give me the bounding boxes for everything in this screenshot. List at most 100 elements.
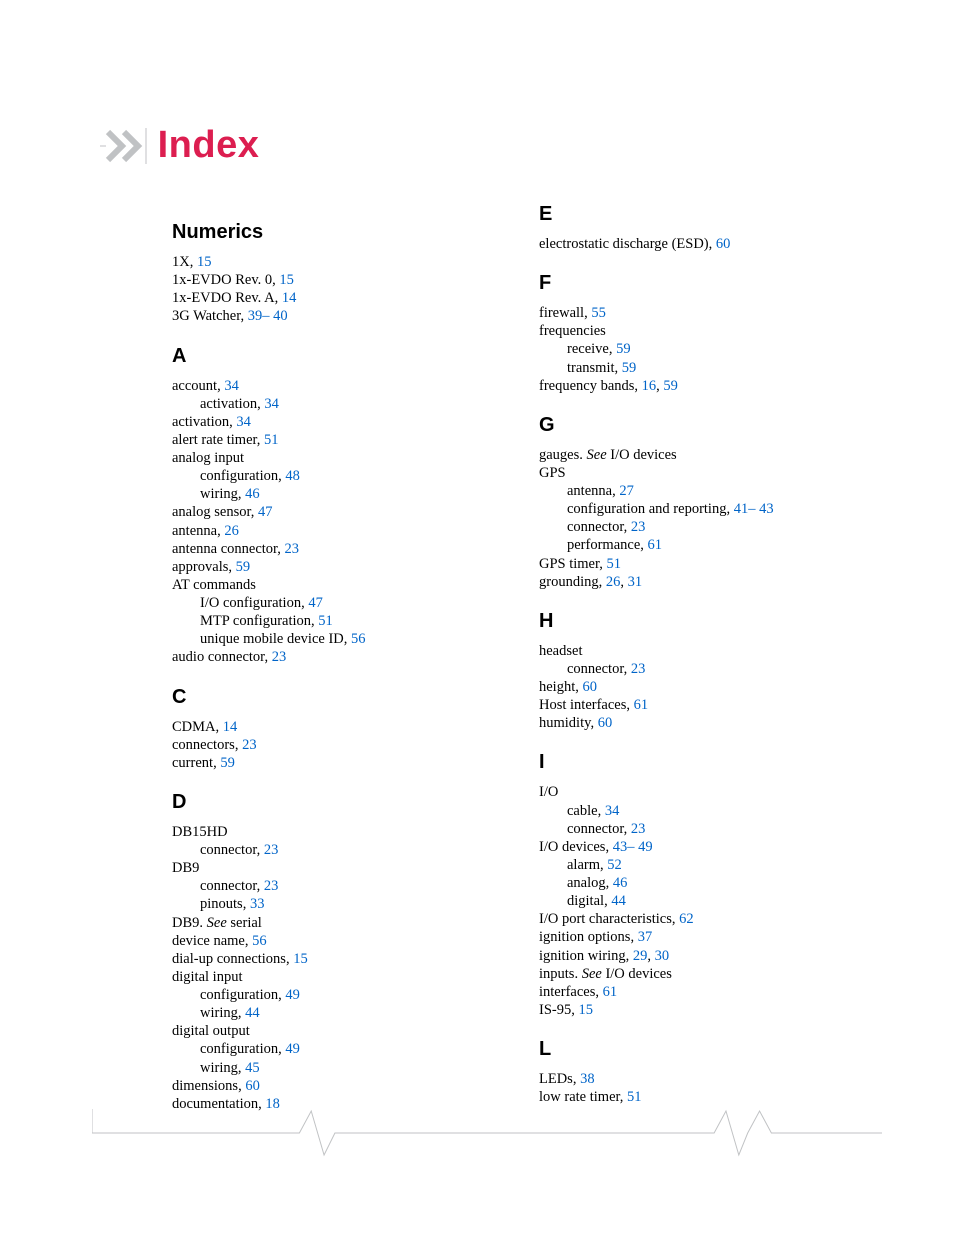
- index-page-link[interactable]: 43– 49: [613, 839, 653, 855]
- index-page-link[interactable]: 23: [631, 519, 646, 535]
- index-entry: cable, 34: [539, 802, 864, 820]
- index-page-link[interactable]: 37: [638, 929, 653, 945]
- index-term: frequency bands: [539, 378, 634, 394]
- index-entry: low rate timer, 51: [539, 1088, 864, 1106]
- index-entry: CDMA, 14: [172, 718, 497, 736]
- index-page-link[interactable]: 49: [285, 1041, 300, 1057]
- index-page-link[interactable]: 26: [606, 574, 621, 590]
- index-term: headset: [539, 643, 582, 659]
- entry-list: electrostatic discharge (ESD), 60: [539, 235, 864, 253]
- index-page-link[interactable]: 55: [591, 305, 606, 321]
- index-page-link[interactable]: 59: [663, 378, 678, 394]
- index-page-link[interactable]: 46: [245, 486, 260, 502]
- index-term: unique mobile device ID: [200, 631, 344, 647]
- index-entry: approvals, 59: [172, 558, 497, 576]
- index-term: grounding: [539, 574, 599, 590]
- index-page-link[interactable]: 23: [631, 661, 646, 677]
- index-term: activation: [172, 414, 229, 430]
- index-term: GPS: [539, 465, 566, 481]
- index-page-link[interactable]: 56: [252, 933, 267, 949]
- index-term: analog input: [172, 450, 244, 466]
- index-page-link[interactable]: 49: [285, 987, 300, 1003]
- index-page-link[interactable]: 23: [242, 737, 257, 753]
- index-page-link[interactable]: 31: [628, 574, 643, 590]
- index-page-link[interactable]: 41– 43: [734, 501, 774, 517]
- index-page-link[interactable]: 39– 40: [248, 308, 288, 324]
- index-page-link[interactable]: 14: [223, 719, 238, 735]
- index-term: antenna: [567, 483, 612, 499]
- index-page-link[interactable]: 59: [220, 755, 235, 771]
- index-entry: wiring, 45: [172, 1059, 497, 1077]
- index-page-link[interactable]: 45: [245, 1060, 260, 1076]
- index-page-link[interactable]: 38: [580, 1071, 595, 1087]
- index-page-link[interactable]: 61: [634, 697, 649, 713]
- index-page-link[interactable]: 51: [607, 556, 622, 572]
- index-page-link[interactable]: 23: [272, 649, 287, 665]
- index-page-link[interactable]: 59: [236, 559, 251, 575]
- index-entry: ignition wiring, 29, 30: [539, 947, 864, 965]
- index-term: digital: [567, 893, 604, 909]
- index-term: activation: [200, 396, 257, 412]
- index-page-link[interactable]: 51: [627, 1089, 642, 1105]
- index-entry: configuration, 49: [172, 986, 497, 1004]
- index-page-link[interactable]: 44: [245, 1005, 260, 1021]
- index-term: dial-up connections: [172, 951, 286, 967]
- index-term: interfaces: [539, 984, 595, 1000]
- index-page-link[interactable]: 60: [598, 715, 613, 731]
- index-entry: grounding, 26, 31: [539, 573, 864, 591]
- index-page-link[interactable]: 14: [282, 290, 297, 306]
- entry-list: gauges. See I/O devicesGPSantenna, 27con…: [539, 446, 864, 591]
- index-term: Host interfaces: [539, 697, 626, 713]
- index-page-link[interactable]: 23: [285, 541, 300, 557]
- index-page-link[interactable]: 34: [264, 396, 279, 412]
- index-entry: humidity, 60: [539, 714, 864, 732]
- index-page-link[interactable]: 47: [308, 595, 323, 611]
- index-term: DB9: [172, 915, 199, 931]
- section-heading: A: [172, 344, 497, 369]
- index-term: account: [172, 378, 217, 394]
- index-page-link[interactable]: 15: [279, 272, 294, 288]
- index-page-link[interactable]: 44: [611, 893, 626, 909]
- index-page-link[interactable]: 15: [578, 1002, 593, 1018]
- index-page-link[interactable]: 59: [616, 341, 631, 357]
- index-entry: MTP configuration, 51: [172, 612, 497, 630]
- index-page-link[interactable]: 34: [224, 378, 239, 394]
- index-page-link[interactable]: 61: [603, 984, 618, 1000]
- index-term: 1x-EVDO Rev. A: [172, 290, 275, 306]
- section-heading: G: [539, 413, 864, 438]
- index-page-link[interactable]: 59: [622, 360, 637, 376]
- index-page-link[interactable]: 52: [607, 857, 622, 873]
- index-page-link[interactable]: 30: [655, 948, 670, 964]
- index-term: dimensions: [172, 1078, 238, 1094]
- index-page-link[interactable]: 60: [716, 236, 731, 252]
- index-page-link[interactable]: 16: [642, 378, 657, 394]
- index-page-link[interactable]: 26: [224, 523, 239, 539]
- index-page-link[interactable]: 56: [351, 631, 366, 647]
- index-page-link[interactable]: 48: [285, 468, 300, 484]
- page-title: Index: [158, 122, 260, 170]
- index-page-link[interactable]: 23: [264, 842, 279, 858]
- index-term: wiring: [200, 1060, 238, 1076]
- index-term: alert rate timer: [172, 432, 257, 448]
- index-page-link[interactable]: 33: [250, 896, 265, 912]
- index-page-link[interactable]: 60: [245, 1078, 260, 1094]
- index-page-link[interactable]: 29: [633, 948, 648, 964]
- index-term: 1X: [172, 254, 190, 270]
- index-page-link[interactable]: 46: [613, 875, 628, 891]
- index-term: wiring: [200, 486, 238, 502]
- index-page-link[interactable]: 15: [197, 254, 212, 270]
- section-heading: H: [539, 609, 864, 634]
- index-page-link[interactable]: 15: [293, 951, 308, 967]
- index-page-link[interactable]: 61: [648, 537, 663, 553]
- index-page-link[interactable]: 47: [258, 504, 273, 520]
- index-page-link[interactable]: 23: [264, 878, 279, 894]
- index-page-link[interactable]: 34: [236, 414, 251, 430]
- index-page-link[interactable]: 62: [679, 911, 694, 927]
- index-page-link[interactable]: 23: [631, 821, 646, 837]
- index-page-link[interactable]: 27: [619, 483, 634, 499]
- index-page-link[interactable]: 51: [264, 432, 279, 448]
- index-page-link[interactable]: 60: [583, 679, 598, 695]
- index-entry: 1x-EVDO Rev. 0, 15: [172, 271, 497, 289]
- index-page-link[interactable]: 51: [318, 613, 333, 629]
- index-page-link[interactable]: 34: [605, 803, 620, 819]
